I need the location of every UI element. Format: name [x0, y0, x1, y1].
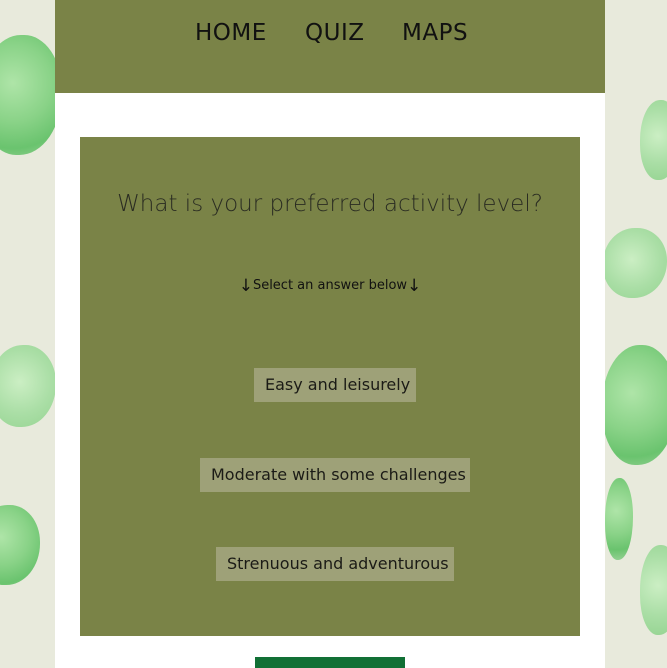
- quiz-card: What is your preferred activity level? ↓…: [80, 137, 580, 636]
- bottom-action-button[interactable]: [255, 657, 405, 668]
- leaf-decoration: [0, 505, 40, 585]
- answer-hint: ↓Select an answer below↓: [80, 276, 580, 296]
- answer-button-easy[interactable]: Easy and leisurely: [254, 368, 416, 402]
- nav-maps-link[interactable]: MAPS: [402, 20, 468, 46]
- down-arrow-icon: ↓: [238, 276, 253, 296]
- quiz-question: What is your preferred activity level?: [117, 191, 543, 217]
- leaf-decoration: [640, 100, 667, 180]
- leaf-decoration: [605, 478, 633, 560]
- page-container: HOME QUIZ MAPS What is your preferred ac…: [55, 0, 605, 668]
- leaf-decoration: [602, 345, 667, 465]
- answer-button-moderate[interactable]: Moderate with some challenges: [200, 458, 470, 492]
- down-arrow-icon: ↓: [407, 276, 422, 296]
- answer-button-strenuous[interactable]: Strenuous and adventurous: [216, 547, 454, 581]
- answer-hint-text: Select an answer below: [252, 278, 408, 293]
- nav-home-link[interactable]: HOME: [195, 20, 267, 46]
- top-navigation: HOME QUIZ MAPS: [55, 0, 605, 93]
- nav-quiz-link[interactable]: QUIZ: [305, 20, 364, 46]
- leaf-decoration: [603, 228, 667, 298]
- leaf-decoration: [0, 345, 56, 427]
- leaf-decoration: [0, 35, 62, 155]
- leaf-decoration: [640, 545, 667, 635]
